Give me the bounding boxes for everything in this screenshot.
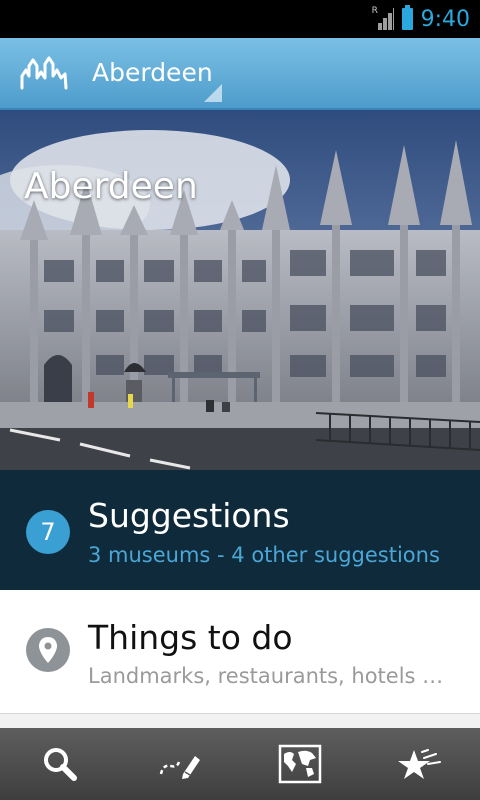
suggestions-row[interactable]: 7 Suggestions 3 museums - 4 other sugges… [0,470,480,590]
hero-image[interactable]: Aberdeen [0,110,480,470]
status-bar: R 9:40 [0,0,480,38]
status-clock: 9:40 [420,6,470,32]
battery-icon [401,5,413,30]
roaming-indicator: R [371,6,378,16]
suggestions-count-badge: 7 [26,510,70,554]
bottom-navigation [0,728,480,800]
location-pin-icon [26,628,70,672]
things-to-do-row[interactable]: Things to do Landmarks, restaurants, hot… [0,590,480,714]
things-to-do-title: Things to do [88,618,293,657]
city-skyline-icon[interactable] [20,56,68,92]
favorites-stars-icon [398,749,441,779]
city-selector[interactable]: Aberdeen [92,58,213,87]
search-icon [44,748,77,781]
things-to-do-subtitle: Landmarks, restaurants, hotels … [88,664,444,688]
suggestions-subtitle: 3 museums - 4 other suggestions [88,543,440,567]
dropdown-corner-icon[interactable] [204,84,222,102]
suggestions-title: Suggestions [88,496,290,535]
action-bar: Aberdeen [0,38,480,110]
status-indicators: R 9:40 [372,0,470,38]
world-map-icon [278,744,322,784]
tab-search[interactable] [0,728,120,800]
list-continuation [0,714,480,728]
edit-route-icon [159,756,200,779]
tab-map[interactable] [240,728,360,800]
tab-route[interactable] [120,728,240,800]
tab-favorites[interactable] [360,728,480,800]
signal-icon: R [371,6,394,30]
hero-title: Aberdeen [24,166,198,207]
marischal-college-photo [0,110,480,470]
